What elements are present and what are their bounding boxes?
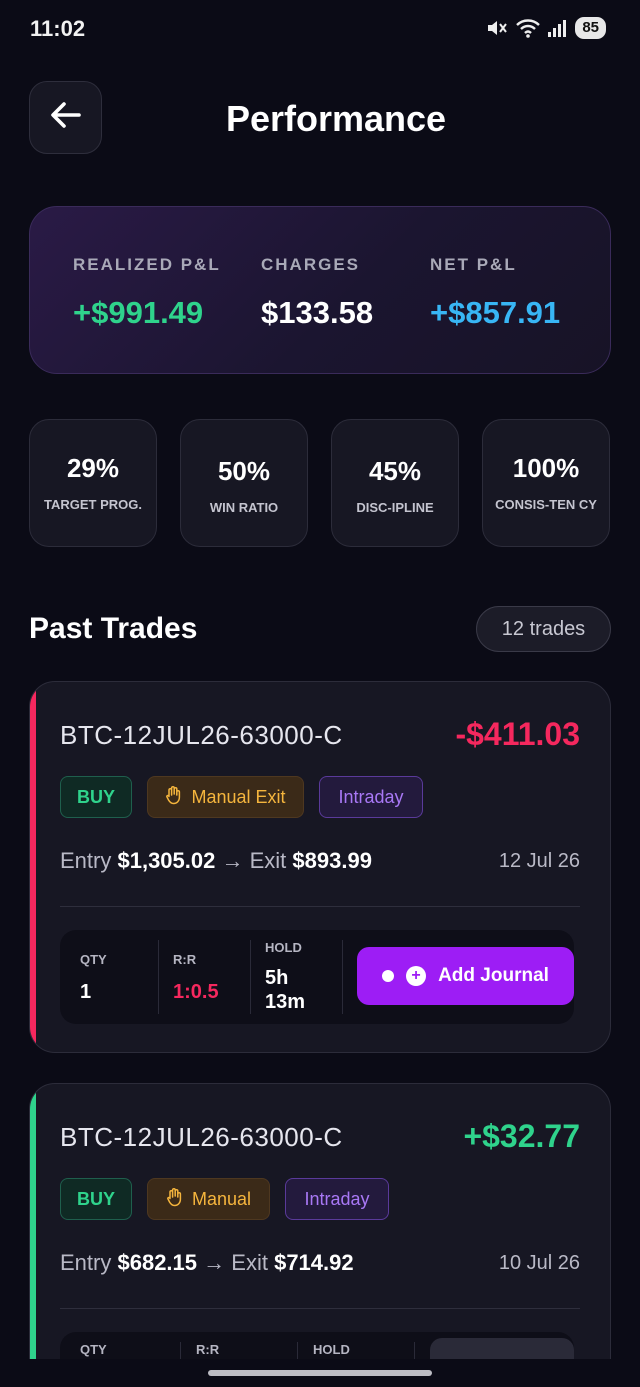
loss-accent-bar (30, 682, 36, 1052)
hold-value-minutes: 13m (265, 991, 306, 1013)
rr-label: R:R (173, 952, 197, 967)
net-pnl-label: NET P&L (430, 255, 517, 274)
exit-type-badge: Manual Exit (147, 776, 304, 818)
battery-icon: 85 (575, 17, 606, 39)
status-time: 11:02 (30, 16, 86, 41)
trade-type-badge: Intraday (319, 776, 423, 818)
stat-discipline[interactable]: 45% DISC-IPLINE (331, 419, 459, 547)
trade-metrics: QTY 1 R:R 1:0.5 HOLD 5h 13m + Add Journa… (60, 930, 574, 1024)
wifi-icon (515, 18, 541, 38)
divider (60, 1308, 580, 1309)
realized-pnl-value: +$991.49 (73, 295, 204, 330)
side-badge: BUY (60, 1178, 132, 1220)
entry-label: Entry (60, 1250, 112, 1275)
trade-date: 10 Jul 26 (498, 1252, 580, 1274)
entry-exit-prices: Entry $682.15 → Exit $714.92 (60, 1250, 354, 1276)
realized-pnl-label: REALIZED P&L (73, 255, 221, 274)
status-bar: 11:02 85 (0, 0, 640, 60)
pnl-summary-card: REALIZED P&L +$991.49 CHARGES $133.58 NE… (29, 206, 611, 374)
metric-separator (342, 940, 343, 1014)
stat-label: DISC-IPLINE (356, 500, 434, 515)
trade-tags: BUY Manual Intraday (60, 1178, 389, 1220)
plus-circle-icon: + (406, 966, 427, 986)
entry-exit-prices: Entry $1,305.02 → Exit $893.99 (60, 848, 372, 874)
charges: CHARGES $133.58 (261, 255, 373, 331)
status-icons: 85 (485, 17, 606, 39)
home-indicator[interactable] (208, 1370, 432, 1376)
dot-icon (382, 970, 395, 982)
divider (60, 906, 580, 907)
side-badge: BUY (60, 776, 132, 818)
hold-label: HOLD (313, 1342, 350, 1357)
mute-icon (485, 17, 509, 39)
trade-pnl: +$32.77 (463, 1118, 580, 1154)
add-journal-label: Add Journal (438, 965, 549, 986)
hand-icon (165, 785, 183, 810)
net-pnl: NET P&L +$857.91 (430, 255, 560, 331)
exit-label: Exit (249, 848, 287, 873)
rr-value: 1:0.5 (173, 981, 219, 1003)
exit-type-label: Manual (191, 1188, 252, 1209)
arrow-right: → (203, 1250, 226, 1275)
stat-value: 45% (368, 456, 422, 486)
page-title: Performance (225, 98, 447, 139)
exit-price: $893.99 (292, 848, 372, 873)
rr-label: R:R (196, 1342, 220, 1357)
trade-type-badge: Intraday (285, 1178, 389, 1220)
performance-screen: 11:02 85 Performance REALIZED P&L +$991.… (0, 0, 640, 1387)
entry-price: $1,305.02 (117, 848, 216, 873)
stat-label: CONSIS-TEN CY (495, 497, 597, 512)
hand-icon (166, 1187, 184, 1212)
stat-value: 50% (217, 456, 271, 486)
profit-accent-bar (30, 1084, 36, 1387)
realized-pnl: REALIZED P&L +$991.49 (73, 255, 221, 331)
hold-label: HOLD (265, 940, 302, 955)
stat-win-ratio[interactable]: 50% WIN RATIO (180, 419, 308, 547)
past-trades-title: Past Trades (29, 612, 198, 645)
trade-instrument: BTC-12JUL26-63000-C (60, 720, 343, 750)
qty-label: QTY (80, 1342, 107, 1357)
entry-label: Entry (60, 848, 112, 873)
trade-pnl: -$411.03 (455, 716, 580, 752)
stat-label: WIN RATIO (209, 500, 279, 515)
stat-value: 29% (66, 453, 120, 483)
arrow-right: → (221, 848, 244, 873)
add-journal-button[interactable]: + Add Journal (357, 947, 574, 1005)
exit-label: Exit (231, 1250, 268, 1275)
stat-consistency[interactable]: 100% CONSIS-TEN CY (482, 419, 610, 547)
exit-type-label: Manual Exit (191, 786, 286, 807)
qty-label: QTY (80, 952, 107, 967)
charges-value: $133.58 (261, 295, 374, 330)
exit-type-badge: Manual (147, 1178, 270, 1220)
metric-separator (250, 940, 251, 1014)
signal-icon (547, 18, 569, 38)
stat-target-progress[interactable]: 29% TARGET PROG. (29, 419, 157, 547)
trade-date: 12 Jul 26 (498, 850, 580, 872)
qty-value: 1 (80, 981, 92, 1003)
stat-label: TARGET PROG. (44, 497, 142, 512)
trade-instrument: BTC-12JUL26-63000-C (60, 1122, 343, 1152)
net-pnl-value: +$857.91 (430, 295, 561, 330)
stat-value: 100% (512, 453, 580, 483)
hold-value-hours: 5h (265, 967, 289, 989)
metric-separator (158, 940, 159, 1014)
exit-price: $714.92 (274, 1250, 354, 1275)
trade-tags: BUY Manual Exit Intraday (60, 776, 423, 818)
trade-card[interactable]: BTC-12JUL26-63000-C +$32.77 BUY Manual I… (29, 1083, 611, 1387)
entry-price: $682.15 (117, 1250, 198, 1275)
trade-card[interactable]: BTC-12JUL26-63000-C -$411.03 BUY Manual … (29, 681, 611, 1053)
trade-count-badge[interactable]: 12 trades (476, 606, 611, 652)
charges-label: CHARGES (261, 255, 361, 274)
